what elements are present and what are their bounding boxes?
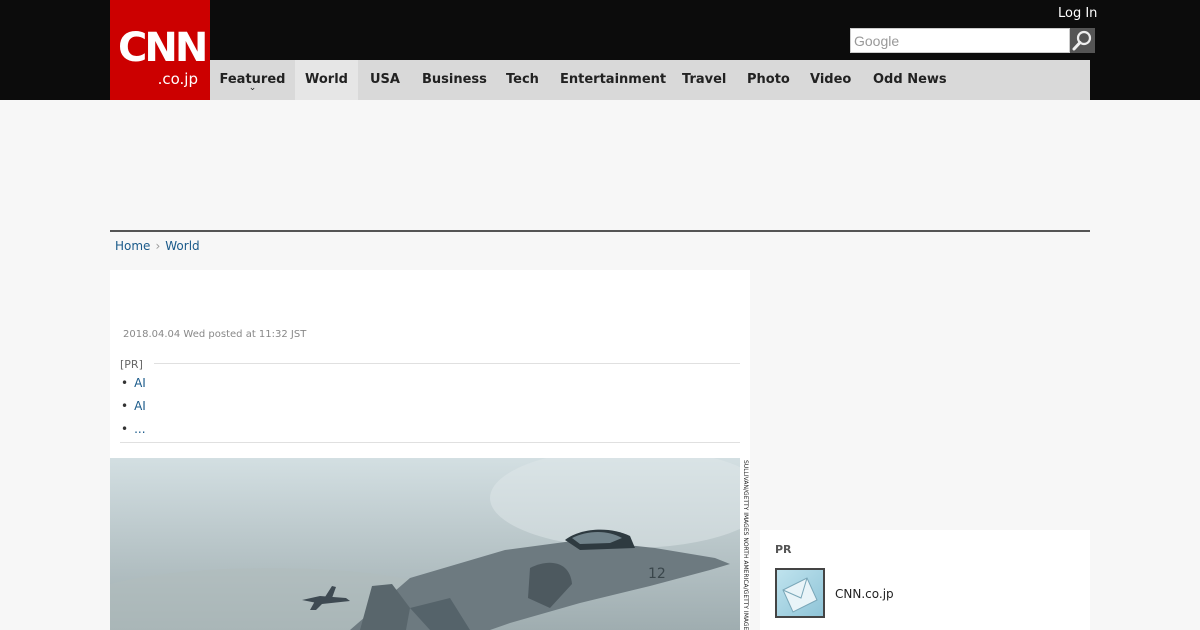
bullet-icon: • [121,422,129,436]
search-field-wrapper [850,28,1070,53]
nav-item-odd-news[interactable]: Odd News [873,60,947,100]
ad-area-divider [110,230,1090,232]
article-photo: 12 SULLIVAN/GETTY IMAGES NORTH AMERICA/G… [110,458,750,630]
pr-link-text[interactable]: AI [134,399,146,413]
logo-text: CNN [118,25,208,71]
jet-illustration: 12 [110,458,740,630]
search-input[interactable] [851,29,1069,52]
nav-item-label: Entertainment [560,72,667,87]
breadcrumb-world[interactable]: World [165,239,199,253]
article-card: 2018.04.04 Wed posted at 11:32 JST [PR] … [110,270,750,630]
nav-item-world[interactable]: World [295,60,358,100]
nav-item-photo[interactable]: Photo [747,60,790,100]
pr-link-text[interactable]: ... [134,422,145,436]
nav-item-business[interactable]: Business [422,60,487,100]
login-link[interactable]: Log In [1058,6,1097,21]
nav-item-tech[interactable]: Tech [506,60,539,100]
cnn-logo[interactable]: CNN .co.jp [110,0,210,100]
nav-item-label: Video [810,72,852,87]
pr-link-text[interactable]: AI [134,376,146,390]
pr-divider-bottom [120,442,740,443]
nav-item-label: USA [370,72,400,87]
sidebar-pr-heading: PR [775,543,792,556]
pr-link-item[interactable]: • AI [121,376,146,390]
sidebar-pr-box: PR CNN.co.jp [760,530,1090,630]
search-button[interactable] [1070,28,1095,53]
pr-link-item[interactable]: •... [121,422,146,436]
pr-item-name[interactable]: CNN.co.jp [835,587,894,601]
nav-item-video[interactable]: Video [810,60,851,100]
main-nav: Featured ⌄ World USA Business Tech Enter… [210,60,1090,100]
pr-divider [154,363,740,364]
chevron-down-icon: ⌄ [248,83,257,93]
nav-item-travel[interactable]: Travel [682,60,726,100]
posted-timestamp: 2018.04.04 Wed posted at 11:32 JST [123,329,307,340]
nav-item-label: Business [422,72,487,87]
bullet-icon: • [121,376,129,390]
nav-item-entertainment[interactable]: Entertainment [560,60,666,100]
photo-credit: SULLIVAN/GETTY IMAGES NORTH AMERICA/GETT… [740,458,750,630]
chevron-right-icon: › [155,239,161,253]
nav-item-label: Photo [747,72,790,87]
mail-icon [782,577,818,613]
pr-label: [PR] [120,358,143,371]
nav-item-label: Odd News [873,72,947,87]
nav-item-usa[interactable]: USA [370,60,400,100]
search-icon [1072,30,1092,51]
breadcrumb-home[interactable]: Home [115,239,150,253]
breadcrumb: Home › World [115,238,200,254]
pr-thumbnail[interactable] [775,568,825,618]
logo-subtext: .co.jp [157,70,198,88]
bullet-icon: • [121,399,129,413]
nav-item-label: World [305,72,348,87]
nav-item-featured[interactable]: Featured ⌄ [210,60,295,100]
photo-credit-text: SULLIVAN/GETTY IMAGES NORTH AMERICA/GETT… [742,460,749,630]
pr-link-item[interactable]: • AI [121,399,146,413]
svg-text:12: 12 [648,566,666,582]
nav-item-label: Travel [682,72,727,87]
nav-item-label: Tech [506,72,539,87]
